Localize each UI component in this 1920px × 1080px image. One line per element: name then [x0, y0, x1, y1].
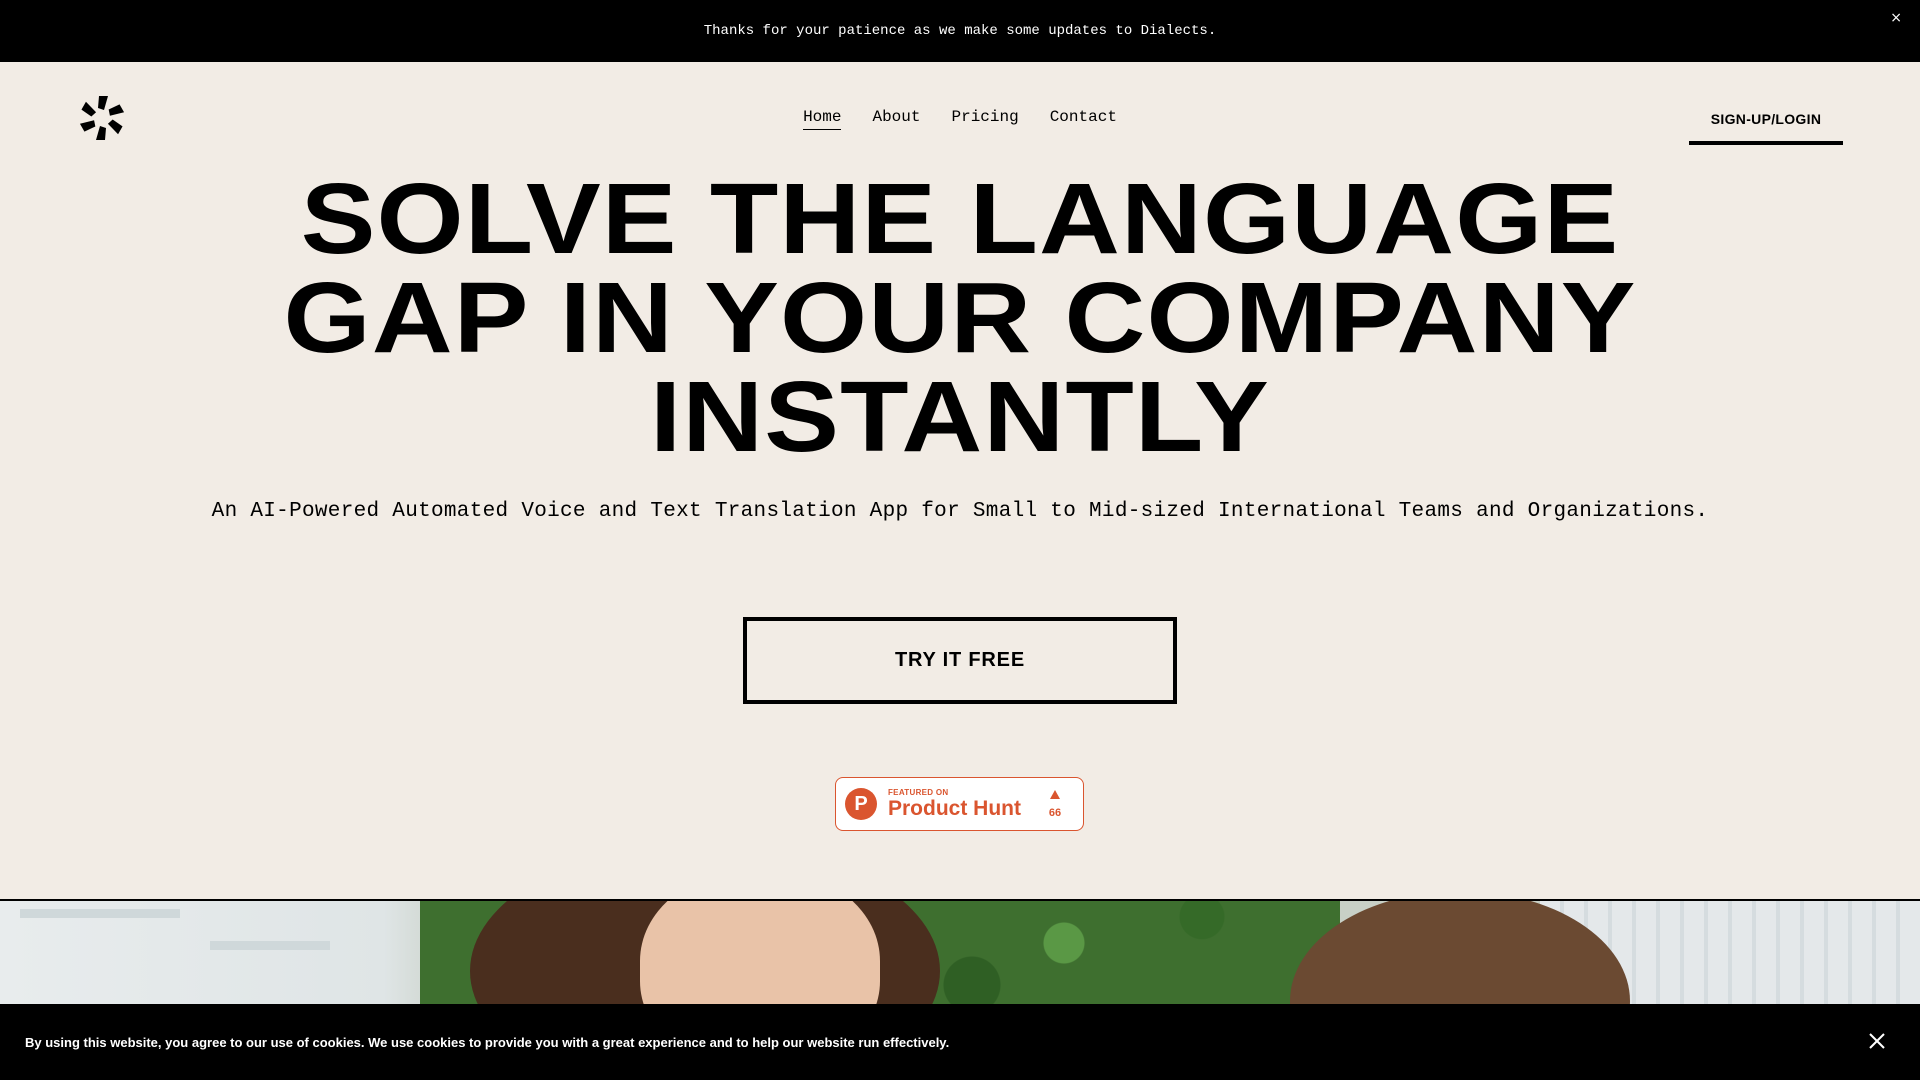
hero-headline-line-3: INSTANTLY [650, 361, 1270, 473]
photo-building-window [20, 909, 180, 918]
nav-home[interactable]: Home [803, 108, 842, 130]
announcement-close-icon[interactable]: × [1890, 10, 1902, 26]
product-hunt-upvote-count: 66 [1048, 807, 1062, 819]
hero-subtitle: An AI-Powered Automated Voice and Text T… [211, 500, 1709, 523]
product-hunt-name: Product Hunt [888, 797, 1021, 820]
cookie-banner-text: By using this website, you agree to our … [25, 1034, 950, 1050]
close-icon[interactable] [1864, 1028, 1890, 1054]
hero-headline-line-1: SOLVE THE LANGUAGE [300, 163, 1620, 275]
hero-headline: SOLVE THE LANGUAGE GAP IN YOUR COMPANY I… [0, 163, 1920, 473]
product-hunt-logo-icon: P [845, 788, 877, 820]
announcement-bar: Thanks for your patience as we make some… [0, 0, 1920, 62]
nav-pricing[interactable]: Pricing [951, 108, 1018, 130]
hero-headline-line-2: GAP IN YOUR COMPANY [283, 262, 1637, 374]
try-it-free-button[interactable]: TRY IT FREE [743, 617, 1177, 704]
product-hunt-badge[interactable]: P FEATURED ON Product Hunt 66 [835, 777, 1084, 831]
main-nav: Home About Pricing Contact [0, 108, 1920, 130]
photo-person-face [640, 901, 880, 1006]
signup-login-button[interactable]: SIGN-UP/LOGIN [1689, 97, 1843, 145]
announcement-text: Thanks for your patience as we make some… [703, 23, 1217, 39]
upvote-arrow-icon [1050, 790, 1060, 799]
cookie-banner: By using this website, you agree to our … [0, 1004, 1920, 1080]
product-hunt-featured-label: FEATURED ON [888, 788, 949, 797]
hero-photo [0, 899, 1920, 1006]
photo-building-window [210, 941, 330, 950]
nav-contact[interactable]: Contact [1050, 108, 1117, 130]
nav-about[interactable]: About [872, 108, 920, 130]
